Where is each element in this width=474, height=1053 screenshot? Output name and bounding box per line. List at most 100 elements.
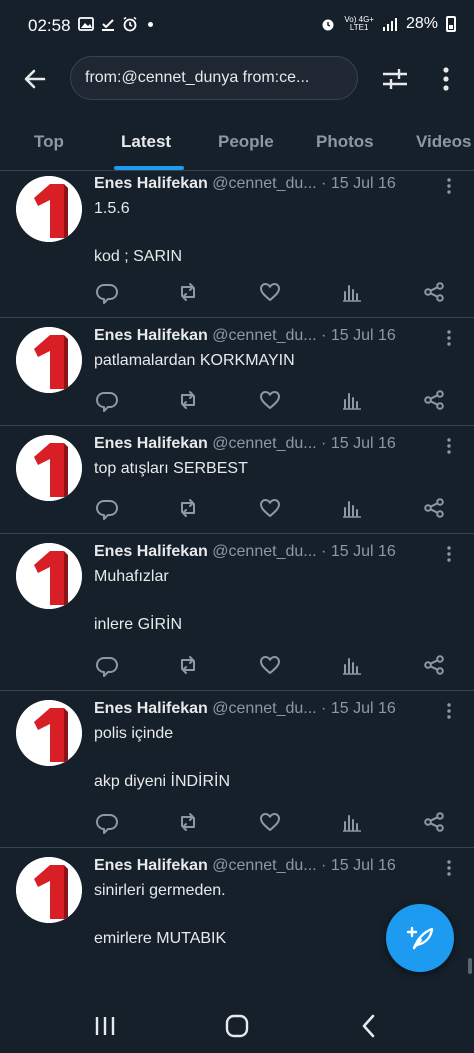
search-tabs: Top Latest People Photos Videos <box>0 118 474 171</box>
tweet-more-icon[interactable] <box>440 437 458 457</box>
heart-icon[interactable] <box>258 496 282 520</box>
tweet-more-icon[interactable] <box>440 329 458 349</box>
alarm-icon <box>123 16 137 32</box>
author-handle[interactable]: @cennet_du... <box>212 175 316 192</box>
tab-top[interactable]: Top <box>34 132 64 152</box>
battery-icon <box>446 16 456 32</box>
tweet[interactable]: Enes Halifekan @cennet_du... · 15 Jul 16… <box>0 534 474 691</box>
search-input[interactable]: from:@cennet_dunya from:ce... <box>70 56 358 100</box>
status-right: Vo) 4G+ LTE1 28% <box>320 15 456 33</box>
author-name[interactable]: Enes Halifekan <box>94 175 208 192</box>
tweet-text-line: patlamalardan KORKMAYIN <box>94 352 295 369</box>
sliders-icon[interactable] <box>380 64 410 94</box>
tweet-date[interactable]: · 15 Jul 16 <box>321 435 396 452</box>
share-icon[interactable] <box>422 388 446 412</box>
system-nav-bar <box>0 995 474 1053</box>
tweet-header: Enes Halifekan @cennet_du... · 15 Jul 16 <box>94 435 434 453</box>
heart-icon[interactable] <box>258 653 282 677</box>
tweet-more-icon[interactable] <box>440 177 458 197</box>
reply-icon[interactable] <box>95 388 119 412</box>
views-icon[interactable] <box>340 496 364 520</box>
avatar-number-one-logo <box>16 543 82 609</box>
author-name[interactable]: Enes Halifekan <box>94 700 208 717</box>
reply-icon[interactable] <box>95 496 119 520</box>
avatar[interactable] <box>16 543 82 609</box>
share-icon[interactable] <box>422 496 446 520</box>
author-handle[interactable]: @cennet_du... <box>212 700 316 717</box>
tab-videos[interactable]: Videos <box>416 132 471 152</box>
retweet-icon[interactable] <box>176 496 200 520</box>
retweet-icon[interactable] <box>176 388 200 412</box>
tweet-text-line: 1.5.6 <box>94 200 130 217</box>
retweet-icon[interactable] <box>176 810 200 834</box>
share-icon[interactable] <box>422 653 446 677</box>
views-icon[interactable] <box>340 280 364 304</box>
tweet[interactable]: Enes Halifekan @cennet_du... · 15 Jul 16… <box>0 691 474 848</box>
tweet-text-line: sinirleri germeden. <box>94 882 226 899</box>
tweet[interactable]: Enes Halifekan @cennet_du... · 15 Jul 16… <box>0 426 474 534</box>
tweet-more-icon[interactable] <box>440 545 458 565</box>
tweet-text-line: polis içinde <box>94 725 174 742</box>
avatar-number-one-logo <box>16 435 82 501</box>
views-icon[interactable] <box>340 810 364 834</box>
compose-tweet-button[interactable] <box>386 904 454 972</box>
avatar[interactable] <box>16 700 82 766</box>
author-name[interactable]: Enes Halifekan <box>94 435 208 452</box>
retweet-icon[interactable] <box>176 280 200 304</box>
tweet-text-line: kod ; SARIN <box>94 248 183 265</box>
reply-icon[interactable] <box>95 280 119 304</box>
tab-latest[interactable]: Latest <box>121 132 171 152</box>
network-indicator: Vo) 4G+ LTE1 <box>344 15 374 32</box>
author-name[interactable]: Enes Halifekan <box>94 327 208 344</box>
download-check-icon <box>102 19 114 31</box>
author-handle[interactable]: @cennet_du... <box>212 327 316 344</box>
home-icon[interactable] <box>222 1011 252 1041</box>
tweet-date[interactable]: · 15 Jul 16 <box>321 543 396 560</box>
retweet-icon[interactable] <box>176 653 200 677</box>
author-handle[interactable]: @cennet_du... <box>212 435 316 452</box>
avatar[interactable] <box>16 327 82 393</box>
tweet-date[interactable]: · 15 Jul 16 <box>321 857 396 874</box>
recent-apps-icon[interactable] <box>90 1011 120 1041</box>
tweet[interactable]: Enes Halifekan @cennet_du... · 15 Jul 16… <box>0 318 474 426</box>
avatar-number-one-logo <box>16 700 82 766</box>
views-icon[interactable] <box>340 653 364 677</box>
status-time: 02:58 <box>28 16 71 35</box>
tweet[interactable]: Enes Halifekan @cennet_du... · 15 Jul 16… <box>0 171 474 318</box>
tweet-more-icon[interactable] <box>440 859 458 879</box>
tweet-header: Enes Halifekan @cennet_du... · 15 Jul 16 <box>94 700 434 718</box>
heart-icon[interactable] <box>258 280 282 304</box>
tweet-more-icon[interactable] <box>440 702 458 722</box>
tweet-date[interactable]: · 15 Jul 16 <box>321 700 396 717</box>
reply-icon[interactable] <box>95 810 119 834</box>
reply-icon[interactable] <box>95 653 119 677</box>
views-icon[interactable] <box>340 388 364 412</box>
scrollbar-handle[interactable] <box>468 958 472 974</box>
tweet-header: Enes Halifekan @cennet_du... · 15 Jul 16 <box>94 857 434 875</box>
signal-icon <box>382 18 397 31</box>
author-handle[interactable]: @cennet_du... <box>212 857 316 874</box>
search-header: from:@cennet_dunya from:ce... <box>0 52 474 106</box>
author-name[interactable]: Enes Halifekan <box>94 543 208 560</box>
back-nav-icon[interactable] <box>354 1011 384 1041</box>
tweet-text-line: akp diyeni İNDİRİN <box>94 773 231 790</box>
avatar[interactable] <box>16 176 82 242</box>
tweet-header: Enes Halifekan @cennet_du... · 15 Jul 16 <box>94 543 434 561</box>
share-icon[interactable] <box>422 280 446 304</box>
tab-photos[interactable]: Photos <box>316 132 374 152</box>
notification-icons <box>78 16 153 32</box>
heart-icon[interactable] <box>258 810 282 834</box>
avatar-number-one-logo <box>16 327 82 393</box>
tab-people[interactable]: People <box>218 132 274 152</box>
author-handle[interactable]: @cennet_du... <box>212 543 316 560</box>
arrow-left-icon[interactable] <box>20 64 50 94</box>
vertical-dots-icon[interactable] <box>436 64 456 94</box>
avatar[interactable] <box>16 435 82 501</box>
tweet-date[interactable]: · 15 Jul 16 <box>321 327 396 344</box>
share-icon[interactable] <box>422 810 446 834</box>
tweet-date[interactable]: · 15 Jul 16 <box>321 175 396 192</box>
heart-icon[interactable] <box>258 388 282 412</box>
tweet-header: Enes Halifekan @cennet_du... · 15 Jul 16 <box>94 175 434 193</box>
author-name[interactable]: Enes Halifekan <box>94 857 208 874</box>
avatar[interactable] <box>16 857 82 923</box>
